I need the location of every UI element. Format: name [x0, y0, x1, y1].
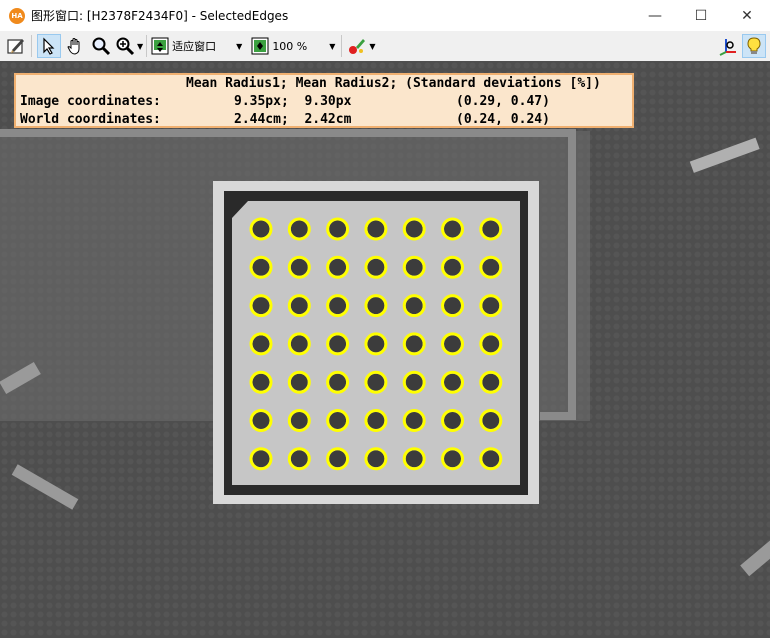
tips-button[interactable]: [742, 34, 766, 58]
chevron-down-icon[interactable]: ▼: [369, 42, 375, 51]
calibration-dot: [367, 258, 385, 276]
paint-icon: [349, 39, 366, 54]
calibration-dot: [444, 297, 461, 315]
calibration-dot: [444, 412, 461, 429]
app-logo-icon: HA: [9, 7, 25, 24]
calibration-dot: [329, 220, 347, 238]
calibration-dot: [405, 258, 423, 276]
hand-icon: [67, 38, 80, 55]
toolbar-separator: [31, 35, 32, 57]
calibration-dot: [290, 220, 308, 238]
calibration-dot: [482, 450, 500, 468]
paint-button[interactable]: ▼: [347, 34, 376, 58]
close-button[interactable]: ✕: [724, 0, 770, 31]
calibration-dot: [444, 220, 461, 238]
calibration-dot: [367, 220, 385, 238]
zoom-level-icon: [251, 37, 269, 55]
calibration-dot: [290, 335, 308, 353]
edit-button[interactable]: [4, 34, 28, 58]
title-bar: HA 图形窗口: [H2378F2434F0] - SelectedEdges …: [0, 0, 770, 31]
calibration-dot: [405, 335, 423, 353]
calibration-dot: [482, 335, 500, 353]
image-coordinates-std: (0.29, 0.47): [456, 94, 550, 109]
image-coordinates-label: Image coordinates:: [20, 94, 161, 109]
calibration-dot: [482, 258, 500, 276]
world-coordinates-values: 2.44cm; 2.42cm: [234, 112, 352, 127]
world-coordinates-std: (0.24, 0.24): [456, 112, 550, 127]
calibration-dot: [329, 335, 347, 353]
calibration-dot: [405, 220, 423, 238]
calibration-dot: [444, 373, 461, 391]
fit-window-icon: [151, 37, 169, 55]
toolbar: ▼ 适应窗口 ▼ 100 % ▼ ▼: [0, 31, 770, 61]
coordinate-icon: [719, 39, 736, 56]
zoom-dropdown[interactable]: 100 % ▼: [250, 34, 335, 58]
calibration-dot: [252, 412, 270, 429]
fit-window-label: 适应窗口: [172, 40, 217, 53]
calibration-dot: [252, 373, 270, 391]
coordinate-button[interactable]: [716, 34, 740, 58]
window-controls: — ☐ ✕: [632, 0, 770, 31]
calibration-dot: [405, 412, 423, 429]
world-coordinates-label: World coordinates:: [20, 112, 161, 127]
chevron-down-icon[interactable]: ▼: [329, 42, 335, 51]
calibration-dot: [290, 412, 308, 429]
calibration-dot: [405, 450, 423, 468]
calibration-image: [0, 61, 770, 638]
fit-window-dropdown[interactable]: 适应窗口 ▼: [150, 34, 242, 58]
lightbulb-icon: [747, 37, 761, 54]
magnify-button[interactable]: [89, 34, 113, 58]
calibration-dot: [290, 297, 308, 315]
calibration-dot: [290, 450, 308, 468]
pan-button[interactable]: [63, 34, 87, 58]
calibration-dot: [329, 258, 347, 276]
zoom-in-button[interactable]: ▼: [115, 34, 143, 58]
calibration-dot: [252, 297, 270, 315]
calibration-dot: [329, 297, 347, 315]
measurement-info-box: Mean Radius1; Mean Radius2; (Standard de…: [14, 73, 634, 128]
chevron-down-icon[interactable]: ▼: [137, 42, 143, 51]
calibration-dot: [367, 297, 385, 315]
toolbar-separator: [146, 35, 148, 57]
calibration-dot: [482, 373, 500, 391]
minimize-button[interactable]: —: [632, 0, 678, 31]
pointer-button[interactable]: [37, 34, 61, 58]
calibration-dot: [482, 220, 500, 238]
calibration-dot: [367, 412, 385, 429]
window-title: 图形窗口: [H2378F2434F0] - SelectedEdges: [31, 9, 289, 23]
calibration-dot: [290, 258, 308, 276]
calibration-dot: [329, 450, 347, 468]
calibration-dot: [444, 450, 461, 468]
maximize-button[interactable]: ☐: [678, 0, 724, 31]
info-header: Mean Radius1; Mean Radius2; (Standard de…: [186, 76, 601, 91]
chevron-down-icon[interactable]: ▼: [236, 42, 242, 51]
zoom-level-label: 100 %: [272, 39, 308, 53]
calibration-dot: [252, 450, 270, 468]
toolbar-separator: [341, 35, 343, 57]
pointer-icon: [43, 37, 55, 55]
calibration-dot: [252, 335, 270, 353]
edit-icon: [7, 39, 24, 54]
calibration-dot: [482, 297, 500, 315]
calibration-dot: [329, 373, 347, 391]
calibration-dot: [329, 412, 347, 429]
magnifier-icon: [92, 37, 111, 56]
calibration-dot: [367, 450, 385, 468]
calibration-dot: [444, 258, 461, 276]
calibration-dot: [290, 373, 308, 391]
calibration-dot: [252, 220, 270, 238]
calibration-dot: [405, 373, 423, 391]
zoom-in-icon: [116, 37, 135, 56]
calibration-dot: [367, 373, 385, 391]
image-display[interactable]: Mean Radius1; Mean Radius2; (Standard de…: [0, 61, 770, 638]
calibration-dot: [367, 335, 385, 353]
calibration-dot: [252, 258, 270, 276]
calibration-dot: [444, 335, 461, 353]
calibration-dot: [482, 412, 500, 429]
image-coordinates-values: 9.35px; 9.30px: [234, 94, 352, 109]
calibration-dot: [405, 297, 423, 315]
